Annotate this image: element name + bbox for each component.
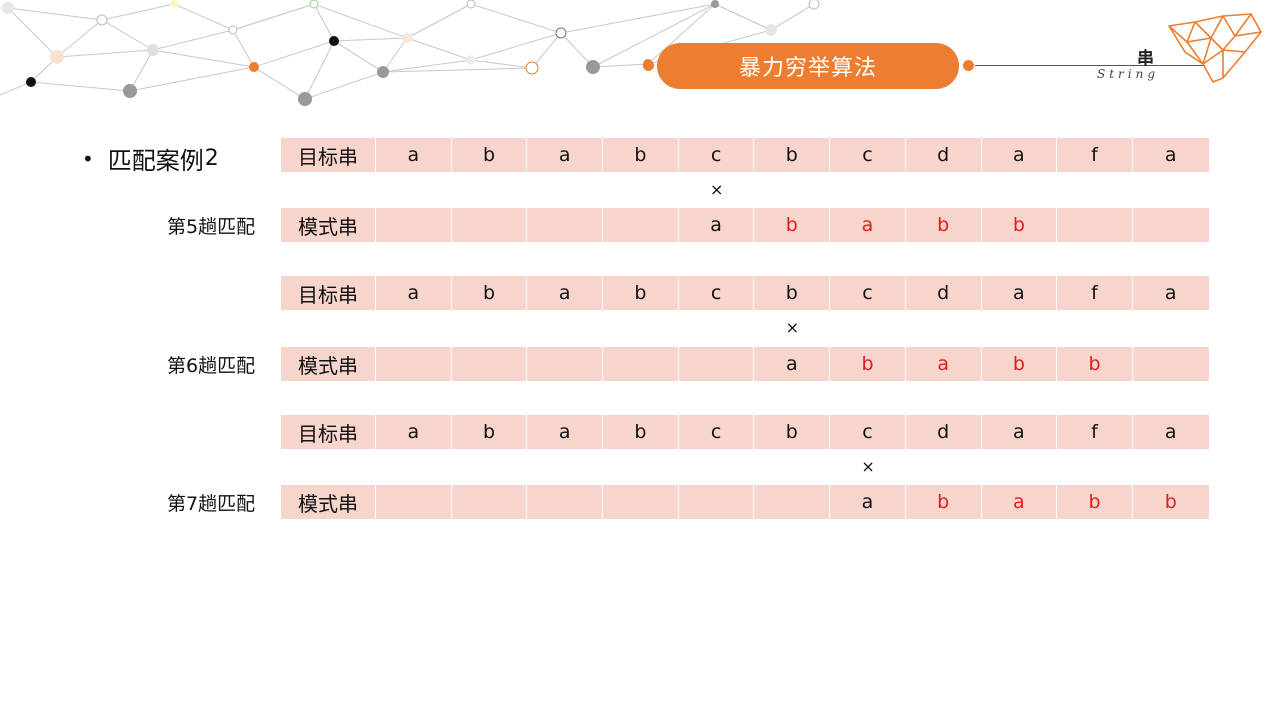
target-char-cell: c [830, 138, 906, 172]
target-char-cell: a [981, 415, 1058, 449]
geometric-fox-logo [1168, 13, 1262, 83]
target-char-cell: b [451, 276, 528, 310]
pattern-char-cell [603, 485, 679, 519]
target-row: 目标串 a b a b c b c d a f a [281, 276, 1209, 310]
title-right-dot [963, 60, 974, 71]
mismatch-mark: × [709, 180, 724, 199]
pattern-char-cell: a [830, 208, 906, 242]
pattern-char-cell [451, 485, 528, 519]
pattern-char-cell [678, 347, 755, 381]
bullet-mark: • [82, 146, 94, 171]
target-char-cell: a [527, 415, 604, 449]
pattern-char-cell [1132, 208, 1209, 242]
target-row-header: 目标串 [281, 415, 376, 449]
target-char-cell: a [981, 138, 1058, 172]
pattern-char-cell [1132, 347, 1209, 381]
pattern-char-cell [754, 485, 831, 519]
target-char-cell: a [1132, 276, 1209, 310]
target-char-cell: c [678, 276, 755, 310]
trial-label: 第5趟匹配 [167, 216, 256, 238]
section-title: 串 [1137, 49, 1154, 69]
slide-title: 暴力穷举算法 [738, 56, 877, 81]
pattern-row-header: 模式串 [281, 485, 376, 519]
pattern-row-header: 模式串 [281, 208, 376, 242]
pattern-row: 模式串 a b a b b [281, 208, 1209, 242]
pattern-char-cell [376, 208, 452, 242]
pattern-row: 模式串 a b a b b [281, 485, 1209, 519]
target-char-cell: b [603, 138, 679, 172]
pattern-char-cell: b [830, 347, 906, 381]
target-row-header: 目标串 [281, 138, 376, 172]
target-char-cell: b [451, 415, 528, 449]
target-char-cell: b [754, 138, 831, 172]
pattern-char-cell [527, 485, 604, 519]
target-row: 目标串 a b a b c b c d a f a [281, 415, 1209, 449]
target-char-cell: d [905, 276, 982, 310]
target-char-cell: d [905, 138, 982, 172]
pattern-char-cell [527, 347, 604, 381]
pattern-char-cell: a [981, 485, 1058, 519]
target-char-cell: c [830, 415, 906, 449]
mismatch-mark: × [861, 457, 875, 476]
pattern-char-cell: b [981, 347, 1058, 381]
target-char-cell: c [678, 138, 755, 172]
pattern-char-cell [451, 208, 528, 242]
pattern-row-header: 模式串 [281, 347, 376, 381]
section-subtitle: String [1097, 67, 1160, 81]
pattern-char-cell [376, 347, 452, 381]
trial-label: 第6趟匹配 [167, 355, 256, 377]
target-char-cell: a [1132, 415, 1209, 449]
pattern-char-cell: a [830, 485, 906, 519]
pattern-char-cell [678, 485, 755, 519]
target-char-cell: f [1057, 415, 1133, 449]
pattern-row: 模式串 a b a b b [281, 347, 1209, 381]
pattern-char-cell: a [678, 208, 755, 242]
target-char-cell: a [527, 276, 604, 310]
pattern-char-cell [1057, 208, 1133, 242]
bullet-heading: • 匹配案例 2 [82, 141, 219, 176]
target-char-cell: a [981, 276, 1058, 310]
bullet-number: 2 [204, 146, 219, 171]
pattern-char-cell [376, 485, 452, 519]
target-char-cell: b [754, 276, 831, 310]
pattern-char-cell: b [905, 485, 982, 519]
target-char-cell: c [830, 276, 906, 310]
target-char-cell: c [678, 415, 755, 449]
pattern-char-cell [451, 347, 528, 381]
slide-title-pill: 暴力穷举算法 [657, 43, 959, 89]
trial-label: 第7趟匹配 [167, 493, 256, 515]
bullet-text: 匹配案例 [107, 147, 204, 175]
target-char-cell: a [376, 415, 452, 449]
target-char-cell: b [451, 138, 528, 172]
pattern-char-cell: b [1057, 347, 1133, 381]
target-char-cell: a [1132, 138, 1209, 172]
target-char-cell: b [603, 276, 679, 310]
target-char-cell: a [527, 138, 604, 172]
pattern-char-cell [603, 208, 679, 242]
title-left-dot [643, 60, 654, 71]
target-char-cell: a [376, 276, 452, 310]
target-char-cell: a [376, 138, 452, 172]
pattern-char-cell: a [754, 347, 831, 381]
target-char-cell: f [1057, 138, 1133, 172]
pattern-char-cell: b [981, 208, 1058, 242]
target-char-cell: d [905, 415, 982, 449]
target-row-header: 目标串 [281, 276, 376, 310]
target-char-cell: b [754, 415, 831, 449]
pattern-char-cell: a [905, 347, 982, 381]
target-char-cell: b [603, 415, 679, 449]
pattern-char-cell: b [754, 208, 831, 242]
pattern-char-cell [527, 208, 604, 242]
pattern-char-cell: b [905, 208, 982, 242]
mismatch-mark: × [785, 318, 800, 337]
pattern-char-cell: b [1057, 485, 1133, 519]
pattern-char-cell: b [1132, 485, 1209, 519]
target-row: 目标串 a b a b c b c d a f a [281, 138, 1209, 172]
pattern-char-cell [603, 347, 679, 381]
target-char-cell: f [1057, 276, 1133, 310]
